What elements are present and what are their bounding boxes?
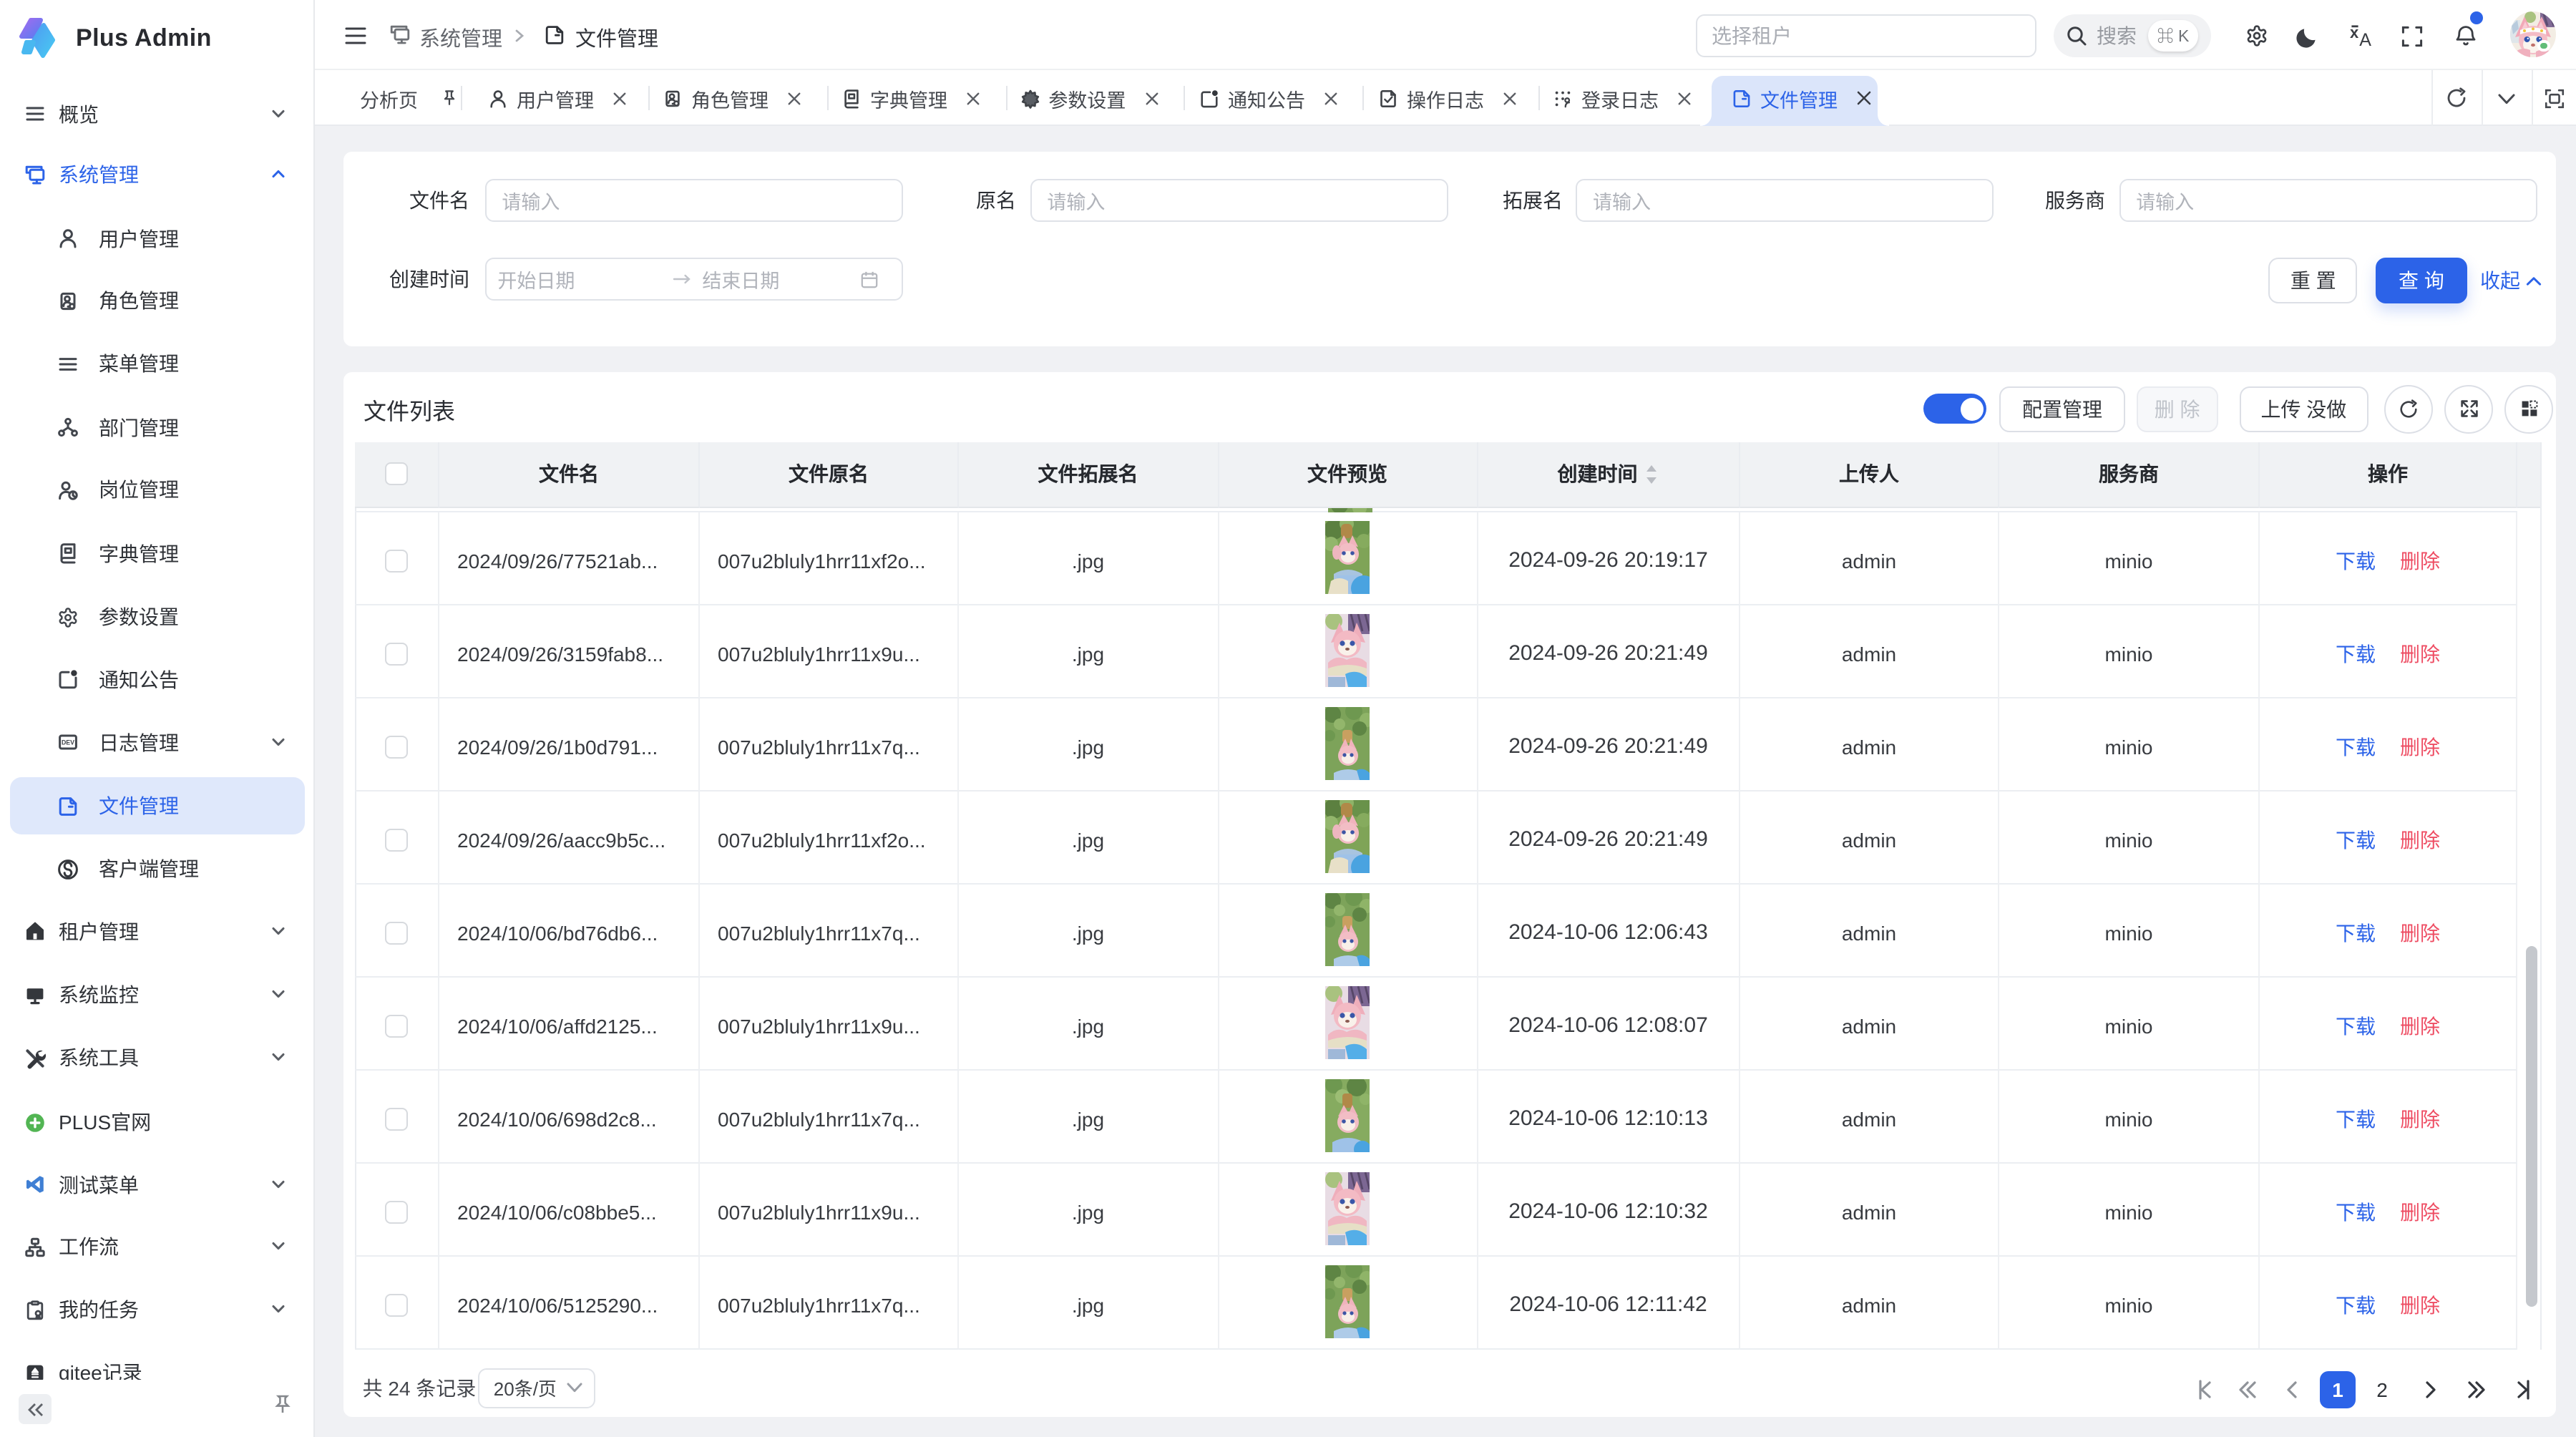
svg-text:A: A (2359, 30, 2371, 47)
svg-text:DEV: DEV (62, 739, 74, 746)
